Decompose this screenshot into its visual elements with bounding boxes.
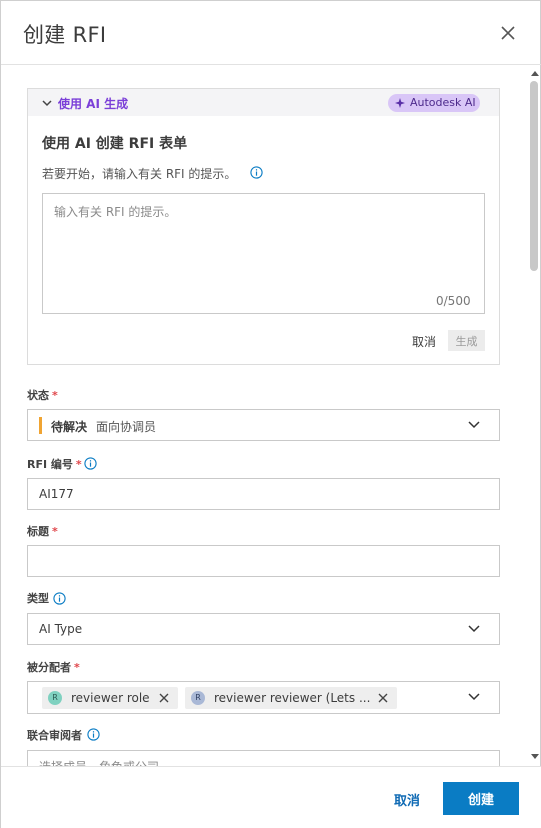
co-reviewers-label-text: 联合审阅者: [27, 729, 82, 742]
required-mark: *: [75, 458, 82, 471]
ai-prompt-input[interactable]: [42, 193, 485, 314]
assignee-chip-label: reviewer reviewer (Lets ...: [214, 691, 371, 705]
title-label: 标题 *: [27, 523, 58, 539]
co-reviewers-label: 联合审阅者: [27, 727, 82, 743]
status-label: 状态 *: [27, 387, 58, 403]
chevron-down-icon: [468, 625, 480, 633]
create-button[interactable]: 创建: [443, 782, 519, 815]
assignees-label-text: 被分配者: [27, 661, 71, 674]
ai-panel-header-label: 使用 AI 生成: [58, 97, 129, 111]
co-reviewers-placeholder: 选择成员、角色或公司: [39, 758, 159, 766]
close-icon[interactable]: [498, 23, 518, 43]
status-label-text: 状态: [27, 389, 49, 402]
rfi-number-label-text: RFI 编号: [27, 458, 73, 471]
assignee-chip: R reviewer reviewer (Lets ...: [185, 687, 397, 709]
type-value: AI Type: [39, 622, 83, 636]
autodesk-ai-badge: Autodesk AI: [388, 94, 480, 112]
scroll-up-arrow-icon[interactable]: [531, 71, 539, 76]
ai-generate-button[interactable]: 生成: [448, 330, 485, 351]
status-sub-value: 面向协调员: [96, 420, 157, 434]
remove-chip-icon[interactable]: [158, 692, 170, 704]
dialog-title: 创建 RFI: [23, 23, 107, 47]
type-select[interactable]: AI Type: [27, 613, 500, 645]
rfi-number-label: RFI 编号 *: [27, 456, 82, 472]
chevron-down-icon: [468, 693, 480, 701]
vertical-scrollbar[interactable]: [527, 66, 541, 766]
info-icon[interactable]: [84, 457, 97, 470]
assignees-multiselect[interactable]: R reviewer role R reviewer reviewer (Let…: [27, 681, 500, 714]
ai-prompt-char-counter: 0/500: [436, 294, 471, 308]
status-value: 待解决: [51, 420, 88, 434]
scroll-down-arrow-icon[interactable]: [531, 754, 539, 759]
scrollbar-thumb[interactable]: [530, 81, 538, 271]
sparkle-icon: [395, 98, 405, 108]
type-label-text: 类型: [27, 592, 49, 605]
ai-panel-hint: 若要开始，请输入有关 RFI 的提示。: [42, 165, 236, 182]
autodesk-ai-badge-label: Autodesk AI: [410, 96, 476, 109]
status-color-indicator: [39, 417, 42, 434]
ai-hint-text: 若要开始，请输入有关 RFI 的提示。: [42, 167, 237, 181]
info-icon[interactable]: [250, 166, 263, 179]
dialog-footer: 取消 创建: [1, 766, 541, 828]
info-icon[interactable]: [87, 728, 100, 741]
status-select[interactable]: 待解决 面向协调员: [27, 409, 500, 441]
type-label: 类型: [27, 590, 49, 606]
co-reviewers-select[interactable]: 选择成员、角色或公司: [27, 750, 500, 766]
dialog-body: 使用 AI 生成 Autodesk AI 使用 AI 创建 RFI 表单 若要开…: [1, 66, 527, 766]
avatar: R: [48, 691, 62, 705]
required-mark: *: [74, 661, 80, 674]
avatar: R: [191, 691, 205, 705]
ai-panel-title: 使用 AI 创建 RFI 表单: [42, 136, 188, 152]
ai-panel-header[interactable]: 使用 AI 生成 Autodesk AI: [28, 89, 499, 116]
info-icon[interactable]: [53, 592, 66, 605]
required-mark: *: [52, 389, 58, 402]
assignee-chip: R reviewer role: [42, 687, 178, 709]
chevron-down-icon[interactable]: [42, 98, 52, 108]
title-input[interactable]: [27, 545, 500, 577]
create-rfi-dialog: 创建 RFI 使用 AI 生成 Autodesk AI 使用 AI 创建 RFI…: [0, 0, 541, 828]
chevron-down-icon: [468, 421, 480, 429]
required-mark: *: [52, 525, 58, 538]
title-label-text: 标题: [27, 525, 49, 538]
assignee-chip-label: reviewer role: [71, 691, 150, 705]
cancel-button[interactable]: 取消: [382, 783, 432, 815]
ai-generate-panel: 使用 AI 生成 Autodesk AI 使用 AI 创建 RFI 表单 若要开…: [27, 88, 500, 365]
assignees-label: 被分配者 *: [27, 659, 80, 675]
rfi-number-input[interactable]: [27, 478, 500, 510]
remove-chip-icon[interactable]: [377, 692, 389, 704]
ai-cancel-button[interactable]: 取消: [412, 333, 436, 350]
dialog-header: 创建 RFI: [1, 1, 541, 65]
